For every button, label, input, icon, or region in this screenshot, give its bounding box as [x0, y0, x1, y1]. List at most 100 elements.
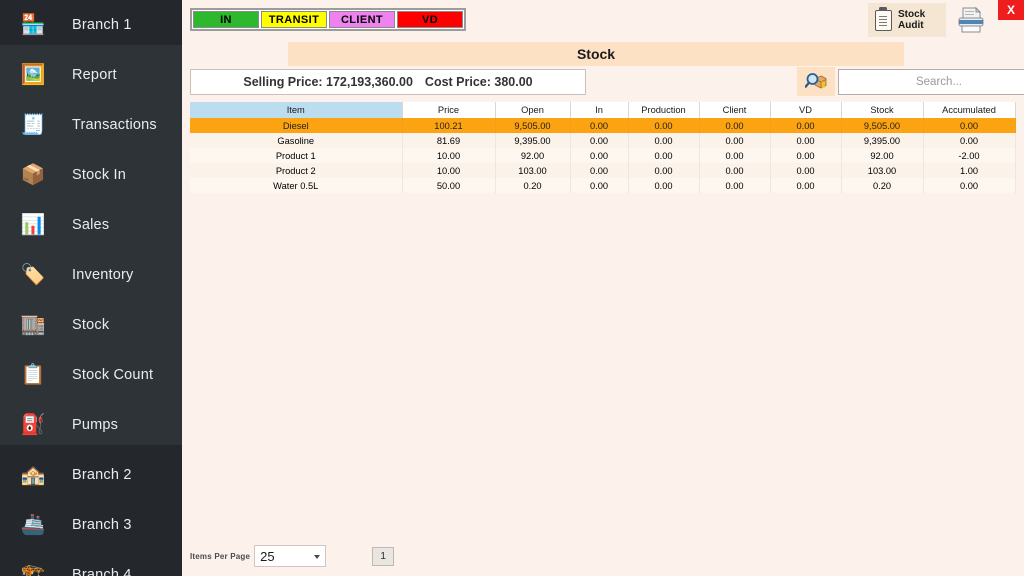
cell-stock: 0.20 [841, 178, 924, 193]
stock-audit-label-line1: Stock [898, 8, 926, 20]
table-header-row: Item Price Open In Production Client VD Stock Ac… [190, 102, 1016, 118]
cell-client: 0.00 [699, 163, 771, 178]
stock-audit-label: Stock Audit [898, 9, 925, 32]
sidebar-item-branch-2[interactable]: 🏤 Branch 2 [0, 450, 182, 500]
column-header-production[interactable]: Production [628, 102, 700, 118]
sidebar-item-sales[interactable]: 📊 Sales [0, 200, 182, 250]
close-button[interactable]: X [998, 0, 1024, 20]
sidebar-icon-branch-2: 🏤 [20, 464, 46, 486]
column-header-vd[interactable]: VD [770, 102, 842, 118]
cell-in: 0.00 [570, 148, 629, 163]
sidebar-item-label: Sales [72, 217, 110, 233]
sidebar-icon-sales: 📊 [20, 214, 46, 236]
stock-table: Item Price Open In Production Client VD Stock Ac… [190, 102, 1016, 193]
sidebar-item-label: Branch 1 [72, 17, 132, 33]
items-per-page-select[interactable]: 25 [254, 545, 327, 567]
cell-item: Diesel [190, 118, 403, 133]
table-row[interactable]: Water 0.5L 50.00 0.20 0.00 0.00 0.00 0.00 0.20 0… [190, 178, 1016, 193]
cell-accumulated: 1.00 [923, 163, 1016, 178]
sidebar-item-label: Stock Count [72, 367, 154, 383]
table-row[interactable]: Diesel 100.21 9,505.00 0.00 0.00 0.00 0.00 9,50… [190, 118, 1016, 133]
sidebar-item-branch-3[interactable]: 🚢 Branch 3 [0, 500, 182, 550]
cell-accumulated: 0.00 [923, 118, 1016, 133]
chevron-down-icon [314, 555, 321, 559]
column-header-in[interactable]: In [570, 102, 629, 118]
cell-stock: 9,505.00 [841, 118, 924, 133]
sidebar-item-transactions[interactable]: 🧾 Transactions [0, 100, 182, 150]
table-row[interactable]: Product 2 10.00 103.00 0.00 0.00 0.00 0.00 103.… [190, 163, 1016, 178]
column-header-stock[interactable]: Stock [841, 102, 924, 118]
sidebar: 🏪 Branch 1 🖼️ Report 🧾 Transactions 📦 Stock In 📊… [0, 0, 182, 576]
pagination-footer: Items Per Page 25 1 [190, 545, 395, 567]
cell-item: Product 2 [190, 163, 403, 178]
table-row[interactable]: Gasoline 81.69 9,395.00 0.00 0.00 0.00 0.00 9,3… [190, 133, 1016, 148]
cell-client: 0.00 [699, 133, 771, 148]
status-button-vd[interactable]: VD [397, 11, 463, 28]
sidebar-item-label: Inventory [72, 267, 134, 283]
cost-price-text: Cost Price: 380.00 [424, 75, 533, 89]
cell-item: Water 0.5L [190, 178, 403, 193]
cell-open: 103.00 [495, 163, 571, 178]
sidebar-item-stock-count[interactable]: 📋 Stock Count [0, 350, 182, 400]
status-button-transit[interactable]: TRANSIT [261, 11, 327, 28]
clipboard-icon [875, 7, 892, 31]
cell-in: 0.00 [570, 163, 629, 178]
sidebar-item-branch-1[interactable]: 🏪 Branch 1 [0, 0, 182, 50]
search-package-icon [805, 72, 827, 88]
cell-price: 81.69 [402, 133, 496, 148]
stock-audit-label-line2: Audit [898, 20, 924, 31]
cell-stock: 9,395.00 [841, 133, 924, 148]
printer-icon [958, 6, 984, 33]
column-header-accumulated[interactable]: Accumulated [923, 102, 1016, 118]
cell-price: 10.00 [402, 163, 496, 178]
cell-vd: 0.00 [770, 178, 842, 193]
sidebar-icon-stock: 🏬 [20, 314, 46, 336]
cell-price: 100.21 [402, 118, 496, 133]
sidebar-item-label: Branch 4 [72, 567, 132, 576]
page-number-button[interactable]: 1 [372, 546, 395, 566]
cell-stock: 92.00 [841, 148, 924, 163]
sidebar-item-label: Stock [72, 317, 110, 333]
main-content: INTRANSITCLIENTVD Stock Audit X Stock [182, 0, 1024, 576]
cell-open: 9,395.00 [495, 133, 571, 148]
sidebar-item-stock-in[interactable]: 📦 Stock In [0, 150, 182, 200]
column-header-price[interactable]: Price [402, 102, 496, 118]
sidebar-item-report[interactable]: 🖼️ Report [0, 50, 182, 100]
sidebar-item-stock[interactable]: 🏬 Stock [0, 300, 182, 350]
cell-vd: 0.00 [770, 118, 842, 133]
selling-price-text: Selling Price: 172,193,360.00 [243, 75, 413, 89]
sidebar-item-branch-4[interactable]: 🏗️ Branch 4 [0, 550, 182, 576]
cell-vd: 0.00 [770, 133, 842, 148]
stock-audit-button[interactable]: Stock Audit [868, 3, 946, 37]
sidebar-icon-branch-3: 🚢 [20, 514, 46, 536]
cell-vd: 0.00 [770, 163, 842, 178]
cell-in: 0.00 [570, 133, 629, 148]
search-input[interactable] [838, 69, 1024, 95]
column-header-item[interactable]: Item [190, 102, 403, 118]
cell-accumulated: 0.00 [923, 178, 1016, 193]
cell-client: 0.00 [699, 118, 771, 133]
sidebar-icon-inventory: 🏷️ [20, 264, 46, 286]
sidebar-item-inventory[interactable]: 🏷️ Inventory [0, 250, 182, 300]
cell-production: 0.00 [628, 148, 700, 163]
print-button[interactable] [950, 3, 992, 37]
cell-accumulated: 0.00 [923, 133, 1016, 148]
sidebar-icon-branch-1: 🏪 [20, 14, 46, 36]
sidebar-item-list: 🏪 Branch 1 🖼️ Report 🧾 Transactions 📦 Stock In 📊… [0, 0, 182, 576]
page-title: Stock [576, 46, 616, 62]
cell-vd: 0.00 [770, 148, 842, 163]
stock-table-body: Diesel 100.21 9,505.00 0.00 0.00 0.00 0.00 9,50… [190, 118, 1016, 193]
cell-client: 0.00 [699, 178, 771, 193]
cell-price: 10.00 [402, 148, 496, 163]
column-header-open[interactable]: Open [495, 102, 571, 118]
status-button-client[interactable]: CLIENT [329, 11, 395, 28]
status-button-in[interactable]: IN [193, 11, 259, 28]
status-legend-group: IN TRANSIT CLIENT VD [190, 8, 466, 31]
cell-client: 0.00 [699, 148, 771, 163]
sidebar-icon-pumps: ⛽ [20, 414, 46, 436]
search-items-button[interactable] [797, 67, 835, 96]
sidebar-item-pumps[interactable]: ⛽ Pumps [0, 400, 182, 450]
table-row[interactable]: Product 1 10.00 92.00 0.00 0.00 0.00 0.00 92.00… [190, 148, 1016, 163]
column-header-client[interactable]: Client [699, 102, 771, 118]
stock-table-header: Item Price Open In Production Client VD Stock Ac… [190, 102, 1016, 118]
